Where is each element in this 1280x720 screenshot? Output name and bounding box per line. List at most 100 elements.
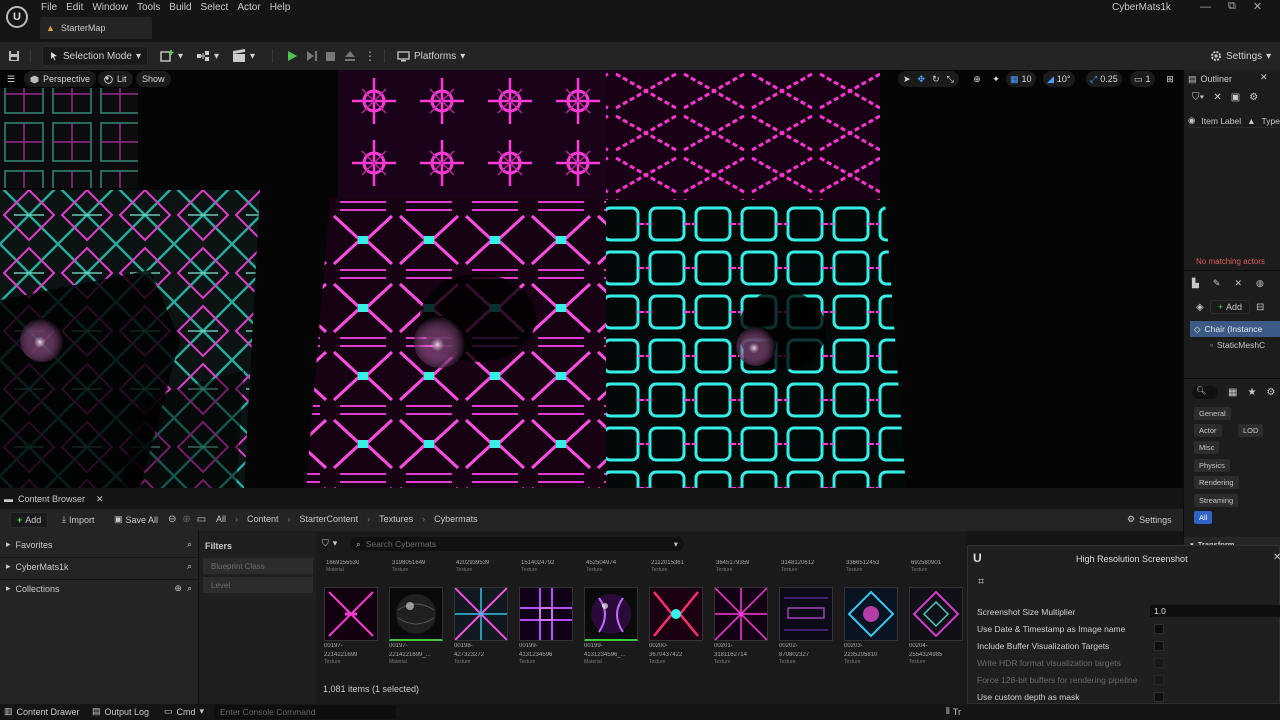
category-lod[interactable]: LOD — [1238, 424, 1264, 437]
asset-tile[interactable]: 00199- 4131234596_... Material — [584, 587, 642, 671]
save-all-button[interactable]: ▣ Save All — [114, 514, 158, 525]
asset-tile[interactable]: 00201- 3181162714 Texture — [714, 587, 772, 671]
minimize-icon[interactable]: — — [1200, 1, 1211, 13]
map-tab[interactable]: ▲ StarterMap — [40, 17, 152, 39]
collections-section[interactable]: ▸ Collections ⊕ ⌕ — [6, 583, 192, 594]
play-button[interactable] — [286, 47, 298, 65]
outliner-settings-gear-icon[interactable]: ⚙ — [1249, 92, 1258, 103]
asset-filter-dropdown[interactable]: ⛉ ▾ — [322, 538, 337, 549]
category-general[interactable]: General — [1194, 407, 1231, 420]
component-row-actor[interactable]: ◇ Chair (Instance — [1190, 321, 1280, 337]
show-dropdown[interactable]: Show — [136, 71, 171, 87]
forward-arrow-icon[interactable]: ⊕ — [182, 514, 190, 525]
asset-tile[interactable]: 00202- 870802327 Texture — [779, 587, 837, 671]
perspective-dropdown[interactable]: Perspective — [24, 71, 97, 87]
asset-tile[interactable]: 00199- 4131234596 Texture — [519, 587, 577, 671]
close-window-icon[interactable]: ✕ — [1253, 0, 1262, 13]
project-section[interactable]: ▸ CyberMats1k ⌕ — [6, 561, 192, 572]
crumb-textures[interactable]: Textures — [379, 514, 413, 524]
cb-settings-button-right[interactable]: ⚙ Settings — [1127, 514, 1172, 525]
size-multiplier-input[interactable]: 1.0 — [1150, 605, 1280, 617]
outliner-add-folder-icon[interactable]: ▣ — [1231, 92, 1240, 103]
play-options-icon[interactable]: ⋮ — [364, 47, 376, 65]
menu-help[interactable]: Help — [269, 1, 299, 14]
settings-dropdown[interactable]: Settings ▾ — [1210, 47, 1271, 65]
close-dialog-icon[interactable]: ✕ — [1273, 552, 1280, 563]
content-browser-tab[interactable]: ▬ Content Browser ✕ — [4, 491, 104, 507]
hamburger-menu-icon[interactable]: ☰ — [4, 72, 18, 86]
crumb-cybermats[interactable]: Cybermats — [434, 514, 478, 524]
view-mode-dropdown[interactable]: Lit — [98, 71, 133, 87]
import-button[interactable]: ⤓ Import — [62, 514, 95, 525]
category-all[interactable]: All — [1194, 511, 1213, 524]
category-streaming[interactable]: Streaming — [1194, 494, 1239, 507]
collections-search-icon[interactable]: ⌕ — [187, 583, 192, 594]
filter-icon[interactable]: ⛉▾ — [1192, 92, 1204, 103]
details-gear-icon[interactable]: ⚙ — [1266, 387, 1275, 398]
visibility-eye-icon[interactable]: ◉ — [1188, 115, 1195, 126]
crumb-all[interactable]: All — [216, 514, 226, 524]
stop-button[interactable] — [325, 47, 336, 65]
asset-tile[interactable]: 00203- 2235205810 Texture — [844, 587, 902, 671]
clear-search-icon[interactable]: ✕ — [1213, 92, 1221, 103]
item-label-column[interactable]: Item Label — [1201, 116, 1241, 126]
asset-tile[interactable]: 00197- 2214221699 Texture — [324, 587, 382, 671]
add-collection-icon[interactable]: ⊕ — [174, 583, 182, 594]
crumb-content[interactable]: Content — [247, 514, 279, 524]
menu-build[interactable]: Build — [168, 1, 199, 14]
content-drawer-button[interactable]: ▥ Content Drawer — [4, 706, 80, 717]
cmd-dropdown[interactable]: ▭ Cmd ▾ — [164, 706, 204, 717]
layout-icon[interactable]: ⊞ — [1163, 72, 1177, 86]
component-row-mesh[interactable]: ▫ StaticMeshC — [1210, 340, 1265, 350]
outliner-tab[interactable]: ▤ Outliner — [1188, 72, 1232, 86]
details-search-icon[interactable]: 🔍︎ — [1192, 386, 1218, 399]
menu-edit[interactable]: Edit — [65, 1, 91, 14]
world-space-icon[interactable]: ⊕ — [970, 72, 984, 86]
advance-frame-button[interactable] — [306, 47, 318, 65]
filter-blueprint-class[interactable]: Blueprint Class — [203, 558, 313, 574]
surface-snap-icon[interactable]: ✦ — [989, 72, 1003, 86]
grid-snap-toggle[interactable]: ▦ 10 — [1006, 71, 1036, 87]
search-dropdown-icon[interactable]: ▾ — [674, 539, 678, 550]
option-depth-mask-checkbox[interactable] — [1154, 692, 1164, 702]
cinematics-button[interactable]: ▾ — [232, 47, 255, 65]
favorites-section[interactable]: ▸ Favorites ⌕ — [6, 539, 192, 550]
project-search-icon[interactable]: ⌕ — [187, 561, 192, 572]
rotate-tool-icon[interactable]: ↻ — [932, 74, 940, 85]
level-viewport[interactable] — [0, 70, 1183, 488]
asset-search-box[interactable]: ⌕ Search Cybermats ▾ — [350, 537, 684, 551]
trace-button[interactable]: ⫴ Tr — [946, 706, 961, 717]
unreal-logo-icon[interactable]: U — [6, 6, 28, 28]
save-icon[interactable] — [8, 47, 20, 65]
scale-snap-toggle[interactable]: ⤢ 0.25 — [1086, 71, 1122, 87]
menu-actor[interactable]: Actor — [236, 1, 268, 14]
camera-speed-button[interactable]: ▭ 1 — [1130, 71, 1155, 87]
menu-select[interactable]: Select — [200, 1, 237, 14]
rotation-snap-toggle[interactable]: ◢ 10° — [1043, 71, 1075, 87]
platforms-dropdown[interactable]: Platforms ▾ — [397, 47, 465, 65]
menu-window[interactable]: Window — [91, 1, 136, 14]
select-tool-icon[interactable]: ➤ — [903, 74, 911, 85]
details-globe-icon[interactable]: ◍ — [1256, 278, 1264, 289]
option-buffer-viz-checkbox[interactable] — [1154, 641, 1164, 651]
add-actor-button[interactable]: ▾ — [160, 47, 183, 65]
filter-level[interactable]: Level — [203, 577, 313, 593]
favorite-star-icon[interactable]: ★ — [1247, 387, 1256, 398]
back-arrow-icon[interactable]: ⊖ — [168, 514, 176, 525]
crop-icon[interactable]: ⌗ — [978, 576, 984, 589]
category-actor[interactable]: Actor — [1194, 424, 1222, 437]
grid-view-icon[interactable]: ▦ — [1228, 387, 1237, 398]
details-lock-icon[interactable]: ▙ — [1192, 278, 1199, 289]
blueprint-convert-icon[interactable]: ⊟ — [1256, 302, 1264, 313]
menu-file[interactable]: File — [40, 1, 65, 14]
asset-tile[interactable]: 00197- 2214221699_... Material — [389, 587, 447, 671]
cb-add-button[interactable]: + Add — [10, 512, 49, 528]
eject-button[interactable] — [344, 47, 356, 65]
details-pencil-icon[interactable]: ✎ — [1213, 278, 1221, 289]
blueprints-button[interactable]: ▾ — [196, 47, 219, 65]
asset-tile[interactable]: 00198- 427323272 Texture — [454, 587, 512, 671]
details-add-button[interactable]: + Add — [1209, 300, 1250, 314]
close-outliner-icon[interactable]: ✕ — [1260, 72, 1268, 83]
folder-icon[interactable]: ▭ — [197, 514, 206, 525]
details-close-icon[interactable]: ✕ — [1234, 278, 1242, 289]
